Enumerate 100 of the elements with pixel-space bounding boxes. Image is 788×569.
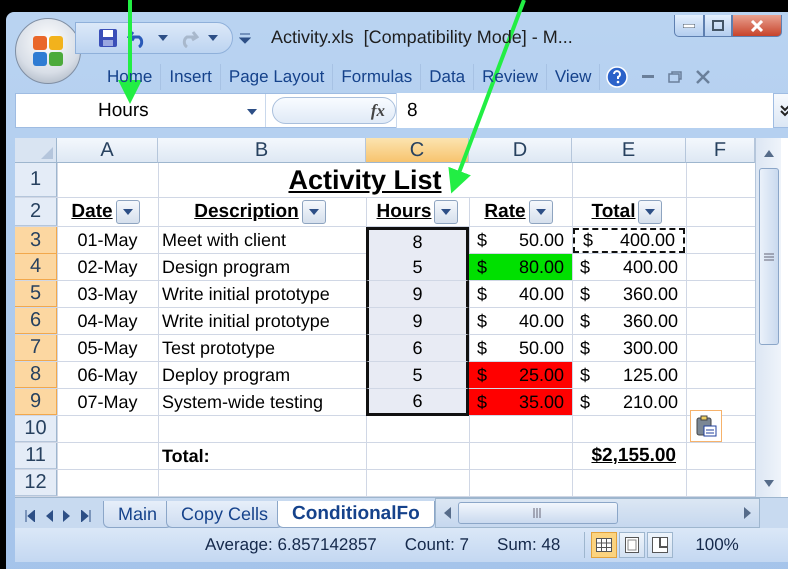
paste-options-button[interactable] bbox=[690, 410, 722, 442]
minimize-button[interactable] bbox=[674, 15, 704, 37]
row-header[interactable]: 5 bbox=[15, 281, 57, 307]
column-header[interactable]: B bbox=[158, 138, 366, 163]
ribbon-tab[interactable]: Insert bbox=[161, 64, 221, 90]
view-button[interactable] bbox=[647, 532, 674, 558]
cell-value: 25.00 bbox=[518, 364, 564, 386]
grip-icon bbox=[764, 252, 774, 260]
column-title: Hours bbox=[376, 201, 432, 223]
cell-value: 80.00 bbox=[518, 256, 564, 278]
currency-symbol: $ bbox=[580, 338, 590, 358]
selected-cell[interactable]: 9 bbox=[366, 308, 469, 335]
row-header[interactable]: 1 bbox=[15, 163, 57, 197]
table-cell-text: 05-May bbox=[76, 338, 139, 358]
left-arrow-icon[interactable] bbox=[442, 506, 452, 520]
previous-sheet-icon[interactable] bbox=[45, 510, 53, 522]
currency-symbol: $ bbox=[580, 284, 590, 304]
currency-symbol: $ bbox=[580, 364, 590, 386]
save-icon[interactable] bbox=[98, 28, 118, 48]
view-button[interactable] bbox=[619, 532, 646, 558]
column-title: Total bbox=[592, 201, 636, 223]
selected-cell[interactable]: 6 bbox=[366, 335, 469, 362]
close-button[interactable] bbox=[732, 15, 782, 37]
ribbon-tab[interactable]: Formulas bbox=[333, 64, 422, 90]
currency-symbol: $ bbox=[477, 230, 488, 251]
selected-cell[interactable]: 6 bbox=[366, 389, 469, 416]
row-header[interactable]: 9 bbox=[15, 389, 57, 415]
currency-symbol: $ bbox=[477, 392, 488, 412]
scroll-thumb[interactable] bbox=[458, 502, 618, 524]
ribbon-tab[interactable]: View bbox=[546, 64, 600, 90]
table-cell-text: System-wide testing bbox=[161, 392, 324, 412]
zoom-level[interactable]: 100% bbox=[695, 535, 739, 555]
close-icon[interactable] bbox=[696, 70, 710, 84]
page-icon bbox=[625, 537, 640, 553]
last-sheet-icon[interactable] bbox=[81, 510, 91, 522]
currency-symbol: $ bbox=[477, 256, 488, 278]
column-header[interactable]: C bbox=[366, 138, 469, 163]
restore-icon[interactable] bbox=[668, 70, 682, 82]
selected-cell[interactable]: 8 bbox=[366, 227, 469, 255]
filter-button[interactable] bbox=[434, 200, 458, 224]
sheet-tab[interactable]: ConditionalFo bbox=[277, 501, 435, 528]
column-header[interactable]: F bbox=[686, 138, 755, 163]
currency-symbol: $ bbox=[583, 230, 594, 251]
row-header[interactable]: 6 bbox=[15, 308, 57, 334]
scroll-thumb[interactable] bbox=[758, 168, 778, 345]
next-sheet-icon[interactable] bbox=[63, 510, 71, 522]
row-header[interactable]: 12 bbox=[15, 470, 57, 496]
table-cell-text: Write initial prototype bbox=[161, 284, 331, 304]
cell-value: 400.00 bbox=[620, 230, 675, 251]
row-header[interactable]: 3 bbox=[15, 227, 57, 254]
right-arrow-icon[interactable] bbox=[743, 506, 753, 520]
table-cell-text: Deploy program bbox=[161, 364, 292, 386]
filter-button[interactable] bbox=[528, 200, 553, 224]
selected-cell[interactable]: 5 bbox=[366, 362, 469, 389]
currency-symbol: $ bbox=[477, 310, 488, 332]
ribbon-tab[interactable]: Data bbox=[421, 64, 474, 90]
column-title: Description bbox=[194, 201, 299, 223]
status-average: Average: 6.857142857 bbox=[205, 535, 377, 555]
row-header[interactable]: 2 bbox=[15, 198, 57, 226]
filter-button[interactable] bbox=[116, 200, 140, 224]
grip-icon bbox=[532, 508, 543, 518]
selected-cell[interactable]: 9 bbox=[366, 281, 469, 308]
name-box[interactable]: Hours bbox=[16, 94, 266, 127]
insert-function-button[interactable]: fx bbox=[272, 97, 396, 124]
cell-value: 40.00 bbox=[518, 284, 564, 304]
caret-icon bbox=[308, 209, 319, 215]
row-header[interactable]: 10 bbox=[15, 416, 57, 442]
minimize-icon[interactable] bbox=[642, 74, 654, 78]
cell-value: 50.00 bbox=[518, 338, 564, 358]
first-sheet-icon[interactable] bbox=[25, 510, 35, 522]
customize-icon[interactable] bbox=[239, 32, 251, 44]
filter-button[interactable] bbox=[302, 200, 326, 224]
office-logo bbox=[31, 34, 65, 68]
help-icon[interactable] bbox=[606, 66, 628, 88]
ribbon-tab[interactable]: Page Layout bbox=[220, 64, 334, 90]
chevron-icon bbox=[780, 104, 788, 116]
cell-value: 40.00 bbox=[518, 310, 564, 332]
total-value: $2,155.00 bbox=[591, 445, 677, 467]
column-header[interactable]: D bbox=[469, 138, 572, 163]
cell-value: 35.00 bbox=[518, 392, 564, 412]
formula-bar[interactable]: Hours fx 8 bbox=[15, 93, 788, 128]
column-header[interactable]: E bbox=[572, 138, 686, 163]
row-header[interactable]: 8 bbox=[15, 362, 57, 388]
formula-field[interactable]: 8 bbox=[396, 93, 773, 128]
vertical-scrollbar[interactable] bbox=[755, 138, 781, 497]
view-button[interactable] bbox=[591, 532, 618, 558]
filter-button[interactable] bbox=[638, 200, 662, 224]
cell-value: 125.00 bbox=[622, 364, 678, 386]
caret-icon bbox=[122, 209, 133, 215]
row-header[interactable]: 11 bbox=[15, 443, 57, 469]
row-header[interactable]: 7 bbox=[15, 335, 57, 361]
caret-icon bbox=[247, 108, 257, 114]
horizontal-scrollbar[interactable] bbox=[434, 498, 760, 528]
maximize-button[interactable] bbox=[704, 15, 732, 37]
close-icon bbox=[750, 20, 764, 32]
selected-cell[interactable]: 5 bbox=[366, 254, 469, 281]
row-header[interactable]: 4 bbox=[15, 254, 57, 280]
column-header[interactable]: A bbox=[57, 138, 158, 163]
status-count: Count: 7 bbox=[404, 535, 469, 555]
table-cell-text: Design program bbox=[161, 256, 292, 278]
